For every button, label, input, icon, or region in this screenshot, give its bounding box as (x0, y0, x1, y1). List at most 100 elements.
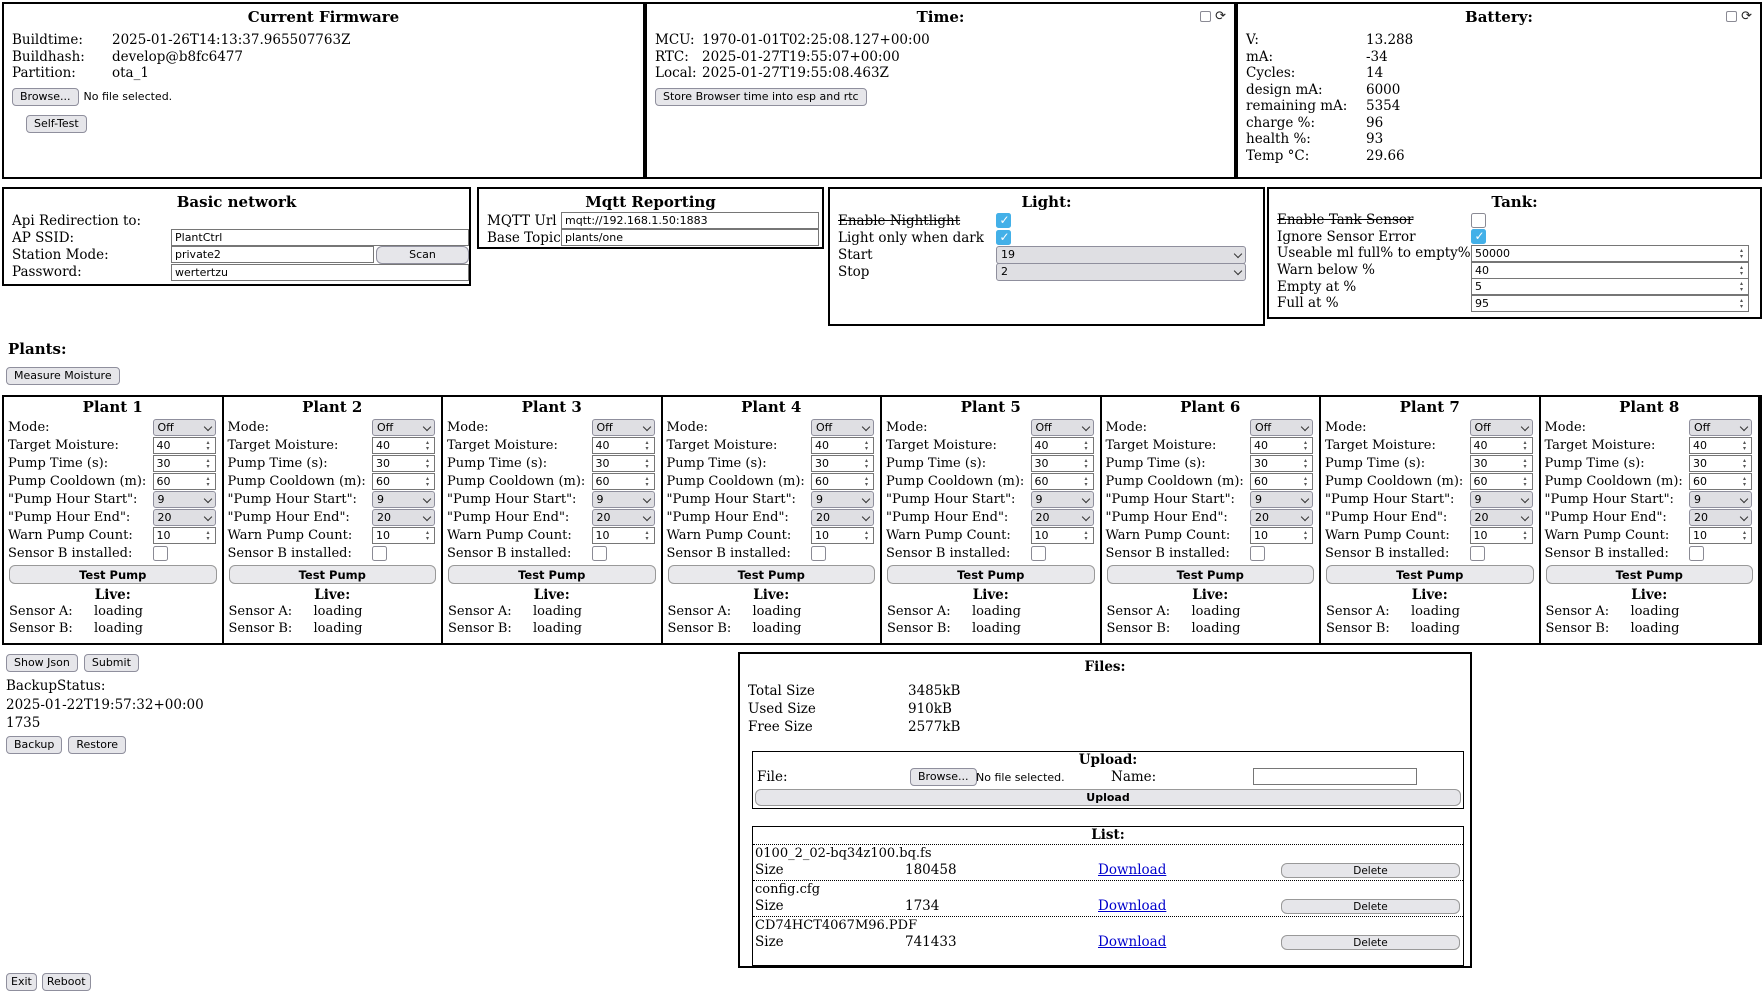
test-pump-button[interactable]: Test Pump (448, 565, 656, 584)
pump-cooldown-input[interactable] (1470, 473, 1533, 490)
delete-button[interactable]: Delete (1281, 935, 1460, 950)
pump-cooldown-input[interactable] (1250, 473, 1313, 490)
mode-select[interactable]: Off (153, 419, 216, 436)
test-pump-button[interactable]: Test Pump (668, 565, 876, 584)
mode-select[interactable]: Off (811, 419, 874, 436)
target-moisture-input[interactable] (153, 437, 216, 454)
sensor-b-installed-checkbox[interactable] (1250, 546, 1265, 561)
light-stop-select[interactable]: 2 (996, 263, 1246, 281)
pump-hour-end-select[interactable]: 20 (592, 509, 655, 526)
restore-button[interactable]: Restore (68, 736, 126, 754)
pump-hour-end-select[interactable]: 20 (1470, 509, 1533, 526)
pump-time-input[interactable] (1470, 455, 1533, 472)
pump-hour-end-select[interactable]: 20 (1250, 509, 1313, 526)
pump-hour-end-select[interactable]: 20 (372, 509, 435, 526)
ap-ssid-input[interactable] (171, 229, 469, 246)
pump-hour-end-select[interactable]: 20 (1689, 509, 1752, 526)
mode-select[interactable]: Off (1031, 419, 1094, 436)
refresh-icon[interactable]: ⟳ (1741, 11, 1752, 22)
tank-ignore-checkbox[interactable] (1471, 229, 1486, 244)
sensor-b-installed-checkbox[interactable] (1031, 546, 1046, 561)
pump-cooldown-input[interactable] (592, 473, 655, 490)
pump-hour-start-select[interactable]: 9 (1031, 491, 1094, 508)
test-pump-button[interactable]: Test Pump (1546, 565, 1754, 584)
backup-button[interactable]: Backup (6, 736, 62, 754)
download-link[interactable]: Download (1098, 862, 1166, 878)
pump-hour-start-select[interactable]: 9 (1470, 491, 1533, 508)
warn-pump-count-input[interactable] (372, 527, 435, 544)
pump-hour-start-select[interactable]: 9 (811, 491, 874, 508)
mqtt-url-input[interactable] (561, 212, 819, 229)
pump-time-input[interactable] (811, 455, 874, 472)
pump-hour-end-select[interactable]: 20 (153, 509, 216, 526)
exit-button[interactable]: Exit (6, 973, 37, 991)
pump-time-input[interactable] (153, 455, 216, 472)
target-moisture-input[interactable] (1689, 437, 1752, 454)
pump-hour-start-select[interactable]: 9 (1689, 491, 1752, 508)
mode-select[interactable]: Off (1689, 419, 1752, 436)
warn-pump-count-input[interactable] (1031, 527, 1094, 544)
tank-number-input[interactable] (1471, 295, 1749, 312)
pump-cooldown-input[interactable] (811, 473, 874, 490)
pump-cooldown-input[interactable] (1031, 473, 1094, 490)
warn-pump-count-input[interactable] (1470, 527, 1533, 544)
target-moisture-input[interactable] (1470, 437, 1533, 454)
upload-name-input[interactable] (1253, 768, 1417, 785)
pump-hour-start-select[interactable]: 9 (592, 491, 655, 508)
measure-moisture-button[interactable]: Measure Moisture (6, 367, 120, 385)
mqtt-topic-input[interactable] (561, 229, 819, 246)
battery-autorefresh-checkbox[interactable] (1726, 11, 1737, 22)
test-pump-button[interactable]: Test Pump (1107, 565, 1315, 584)
pump-time-input[interactable] (1689, 455, 1752, 472)
warn-pump-count-input[interactable] (811, 527, 874, 544)
delete-button[interactable]: Delete (1281, 899, 1460, 914)
light-start-select[interactable]: 19 (996, 246, 1246, 264)
delete-button[interactable]: Delete (1281, 863, 1460, 878)
store-browser-time-button[interactable]: Store Browser time into esp and rtc (655, 88, 867, 106)
sensor-b-installed-checkbox[interactable] (811, 546, 826, 561)
reboot-button[interactable]: Reboot (42, 973, 91, 991)
show-json-button[interactable]: Show Json (6, 654, 78, 672)
sensor-b-installed-checkbox[interactable] (1689, 546, 1704, 561)
submit-button[interactable]: Submit (84, 654, 139, 672)
tank-number-input[interactable] (1471, 245, 1749, 262)
warn-pump-count-input[interactable] (153, 527, 216, 544)
pump-hour-end-select[interactable]: 20 (811, 509, 874, 526)
pump-time-input[interactable] (1250, 455, 1313, 472)
self-test-button[interactable]: Self-Test (26, 115, 87, 133)
pump-hour-start-select[interactable]: 9 (1250, 491, 1313, 508)
pump-hour-start-select[interactable]: 9 (372, 491, 435, 508)
pump-hour-end-select[interactable]: 20 (1031, 509, 1094, 526)
pump-cooldown-input[interactable] (1689, 473, 1752, 490)
scan-button[interactable]: Scan (376, 246, 469, 264)
password-input[interactable] (171, 264, 469, 281)
download-link[interactable]: Download (1098, 934, 1166, 950)
mode-select[interactable]: Off (592, 419, 655, 436)
pump-time-input[interactable] (1031, 455, 1094, 472)
download-link[interactable]: Download (1098, 898, 1166, 914)
mode-select[interactable]: Off (1470, 419, 1533, 436)
station-ssid-input[interactable] (171, 246, 374, 263)
warn-pump-count-input[interactable] (592, 527, 655, 544)
sensor-b-installed-checkbox[interactable] (592, 546, 607, 561)
test-pump-button[interactable]: Test Pump (229, 565, 437, 584)
mode-select[interactable]: Off (372, 419, 435, 436)
mode-select[interactable]: Off (1250, 419, 1313, 436)
pump-hour-start-select[interactable]: 9 (153, 491, 216, 508)
only-dark-checkbox[interactable] (996, 230, 1011, 245)
nightlight-checkbox[interactable] (996, 213, 1011, 228)
pump-time-input[interactable] (372, 455, 435, 472)
test-pump-button[interactable]: Test Pump (9, 565, 217, 584)
upload-button[interactable]: Upload (755, 789, 1461, 806)
sensor-b-installed-checkbox[interactable] (372, 546, 387, 561)
test-pump-button[interactable]: Test Pump (887, 565, 1095, 584)
tank-number-input[interactable] (1471, 278, 1749, 295)
firmware-browse-button[interactable]: Browse... (12, 88, 79, 106)
sensor-b-installed-checkbox[interactable] (1470, 546, 1485, 561)
pump-cooldown-input[interactable] (153, 473, 216, 490)
target-moisture-input[interactable] (592, 437, 655, 454)
upload-browse-button[interactable]: Browse... (910, 768, 977, 786)
warn-pump-count-input[interactable] (1689, 527, 1752, 544)
sensor-b-installed-checkbox[interactable] (153, 546, 168, 561)
tank-enable-checkbox[interactable] (1471, 213, 1486, 228)
